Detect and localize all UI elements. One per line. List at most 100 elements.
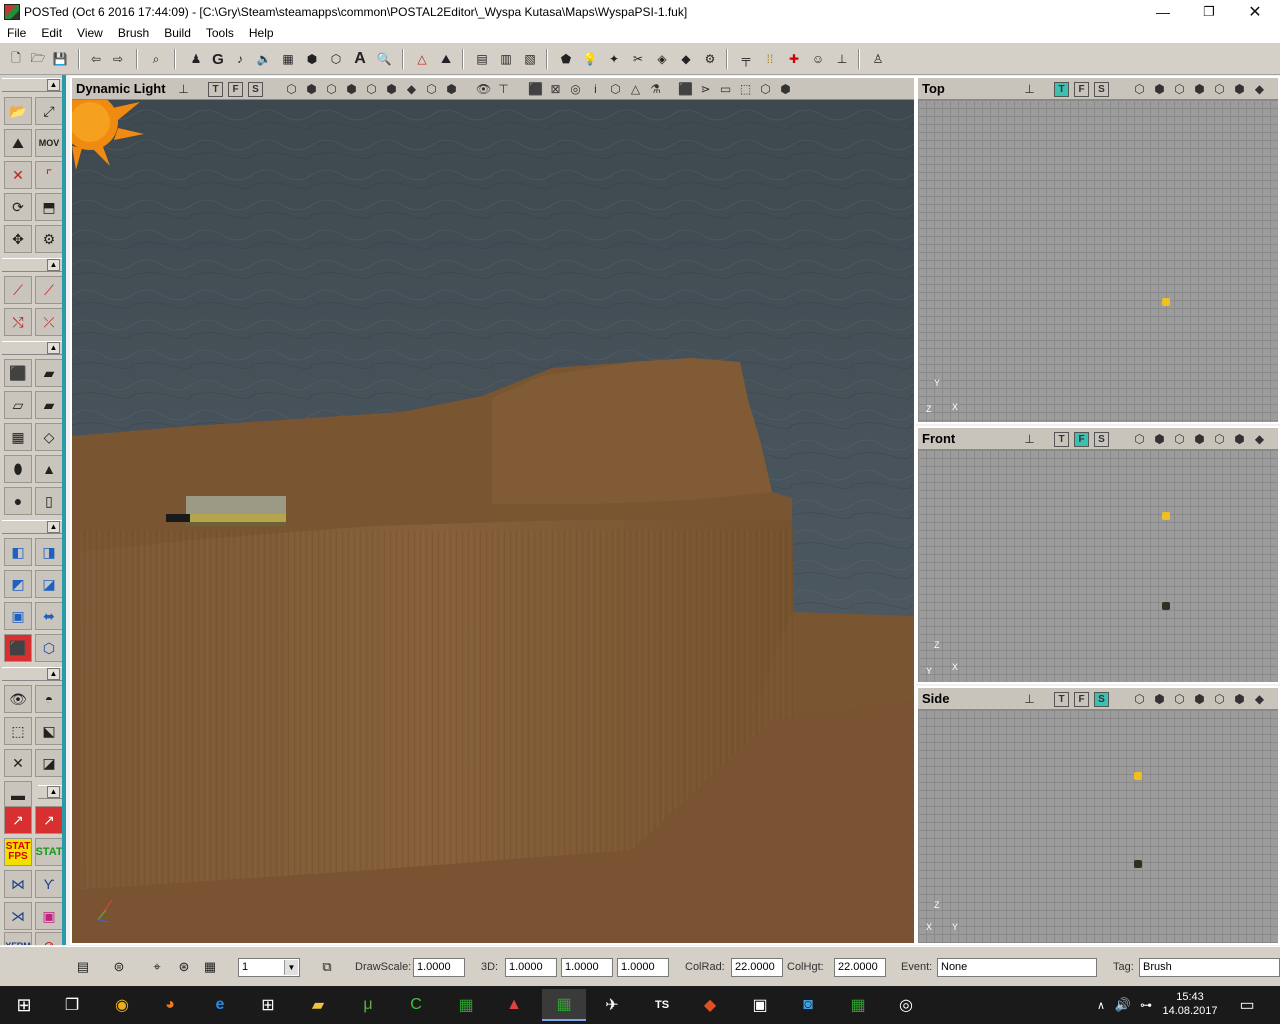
postal2-editor-icon[interactable]: ▦ bbox=[836, 989, 880, 1021]
app-icon[interactable]: ◆ bbox=[688, 989, 732, 1021]
zones-icon[interactable]: ⬢ bbox=[304, 82, 319, 97]
brush-clip-icon[interactable]: ⌜ bbox=[35, 161, 62, 189]
view-top-button[interactable]: T bbox=[1054, 432, 1069, 447]
wireframe-icon[interactable]: ⬡ bbox=[1132, 432, 1147, 447]
properties-icon[interactable]: ▧ bbox=[520, 48, 540, 70]
uplay-icon[interactable]: ◙ bbox=[786, 989, 830, 1021]
menu-build[interactable]: Build bbox=[157, 26, 199, 40]
spiral-stairs-icon[interactable]: ▰ bbox=[35, 391, 62, 419]
add-static-mesh-icon[interactable]: ⬛ bbox=[4, 634, 32, 662]
menu-file[interactable]: File bbox=[0, 26, 34, 40]
volume-icon[interactable]: 🔊 bbox=[1110, 989, 1136, 1021]
snap-icon[interactable]: ⊛ bbox=[175, 958, 193, 976]
utorrent-icon[interactable]: μ bbox=[346, 989, 390, 1021]
textured-icon[interactable]: ⬡ bbox=[1172, 692, 1187, 707]
menu-edit[interactable]: Edit bbox=[34, 26, 70, 40]
group-browser-icon[interactable]: G bbox=[208, 48, 228, 70]
no-entry-icon[interactable]: ⊘ bbox=[35, 932, 62, 945]
bsp-cuts-icon[interactable]: ⬢ bbox=[1192, 692, 1207, 707]
explorer-icon[interactable]: ▰ bbox=[296, 989, 340, 1021]
zones-icon[interactable]: ⬢ bbox=[1152, 82, 1167, 97]
clock[interactable]: 15:43 14.08.2017 bbox=[1155, 990, 1225, 1018]
cone-builder-icon[interactable]: ▲ bbox=[35, 455, 62, 483]
collapse-arrow-icon[interactable]: ▲ bbox=[47, 668, 60, 680]
dynamic-light-icon[interactable]: ⬢ bbox=[1232, 82, 1247, 97]
clip-flip-icon[interactable]: ⤭ bbox=[4, 308, 32, 336]
sphere-builder-icon[interactable]: ● bbox=[4, 487, 32, 515]
task-view-icon[interactable]: ❐ bbox=[50, 989, 94, 1021]
view-side-button[interactable]: S bbox=[1094, 82, 1109, 97]
show-volumes-icon[interactable]: ⬢ bbox=[778, 82, 793, 97]
collapse-arrow-icon[interactable]: ▲ bbox=[47, 786, 60, 798]
camtasia-icon[interactable]: C bbox=[394, 989, 438, 1021]
crosshair-icon[interactable]: ⌖ bbox=[148, 958, 166, 976]
top-viewport[interactable]: Top ⊥ T F S ⬡ ⬢ ⬡ ⬢ ⬡ ⬢ ◆ Y Z X bbox=[916, 76, 1280, 424]
view-side-button[interactable]: S bbox=[1094, 692, 1109, 707]
side-viewport-grid[interactable]: Z X Y bbox=[918, 710, 1278, 943]
rotate-mode-icon[interactable]: ⟳ bbox=[4, 193, 32, 221]
sheet-builder-icon[interactable]: ◇ bbox=[35, 423, 62, 451]
bulb-icon[interactable]: 💡 bbox=[580, 48, 600, 70]
notifications-icon[interactable]: ▭ bbox=[1230, 989, 1264, 1021]
bsp-cuts-icon[interactable]: ⬢ bbox=[1192, 82, 1207, 97]
script-icon[interactable]: ▤ bbox=[472, 48, 492, 70]
sound-icon[interactable]: 🔉 bbox=[254, 48, 274, 70]
collapse-arrow-icon[interactable]: ▲ bbox=[47, 259, 60, 271]
perspective-viewport[interactable]: Dynamic Light ⊥ T F S ⬡ ⬢ ⬡ ⬢ ⬡ ⬢ ◆ ⬡ ⬢ … bbox=[70, 76, 916, 945]
matinee-mode-icon[interactable]: MOV bbox=[35, 129, 62, 157]
light-icon[interactable]: ✦ bbox=[604, 48, 624, 70]
cube-icon[interactable]: ◈ bbox=[652, 48, 672, 70]
grid-snap-icon[interactable]: ◪ bbox=[35, 749, 62, 777]
colhgt-field[interactable]: 22.0000 bbox=[834, 958, 886, 977]
split-icon[interactable]: Ƴ bbox=[35, 870, 62, 898]
vertex-edit-icon[interactable]: ✕ bbox=[4, 161, 32, 189]
front-viewport[interactable]: Front ⊥ T F S ⬡ ⬢ ⬡ ⬢ ⬡ ⬢ ◆ Z Y X bbox=[916, 426, 1280, 684]
maximize-button[interactable]: ❐ bbox=[1186, 0, 1232, 23]
chrome-icon[interactable]: ◉ bbox=[100, 989, 144, 1021]
add-mover-icon[interactable]: ⬌ bbox=[35, 602, 62, 630]
light-actor-icon[interactable] bbox=[1162, 512, 1170, 520]
menu-brush[interactable]: Brush bbox=[111, 26, 157, 40]
lighting-only-icon[interactable]: ⬡ bbox=[1212, 82, 1227, 97]
view-front-button[interactable]: F bbox=[1074, 432, 1089, 447]
pawn-icon[interactable]: ♙ bbox=[868, 48, 888, 70]
add-special-icon[interactable]: ▣ bbox=[4, 602, 32, 630]
player-start-icon[interactable] bbox=[1162, 602, 1170, 610]
path-icon[interactable]: ✂ bbox=[628, 48, 648, 70]
drawscale3d-x-field[interactable]: 1.0000 bbox=[505, 958, 557, 977]
merge-icon[interactable]: ⋈ bbox=[4, 870, 32, 898]
realtime-toggle-icon[interactable]: ↗ bbox=[35, 806, 62, 834]
minimize-button[interactable]: — bbox=[1140, 0, 1186, 23]
select-inside-icon[interactable]: ⬚ bbox=[4, 717, 32, 745]
curved-stairs-icon[interactable]: ▱ bbox=[4, 391, 32, 419]
stairs-builder-icon[interactable]: ▰ bbox=[35, 359, 62, 387]
texture-rotate-icon[interactable]: ⚙ bbox=[35, 225, 62, 253]
drawscale-field[interactable]: 1.0000 bbox=[413, 958, 465, 977]
teamspeak-icon[interactable]: TS bbox=[640, 989, 684, 1021]
show-flags-icon[interactable]: ⊤ bbox=[496, 82, 511, 97]
lighting-only-icon[interactable]: ⬡ bbox=[1212, 432, 1227, 447]
firefox-icon[interactable]: ◕ bbox=[148, 989, 192, 1021]
gun-icon[interactable]: ╤ bbox=[736, 48, 756, 70]
menu-view[interactable]: View bbox=[70, 26, 111, 40]
front-viewport-grid[interactable]: Z Y X bbox=[918, 450, 1278, 682]
brush-icon[interactable]: ⬟ bbox=[556, 48, 576, 70]
eye-icon[interactable]: 👁 bbox=[476, 82, 491, 97]
font-icon[interactable]: A bbox=[350, 48, 370, 70]
unlit-icon[interactable]: ⬡ bbox=[424, 82, 439, 97]
light-actor-icon[interactable] bbox=[1162, 298, 1170, 306]
clip-line-icon[interactable]: ⟋ bbox=[4, 276, 32, 304]
drawscale3d-y-field[interactable]: 1.0000 bbox=[561, 958, 613, 977]
close-button[interactable]: ✕ bbox=[1232, 0, 1278, 23]
wireframe-icon[interactable]: ⬡ bbox=[284, 82, 299, 97]
dynamic-light-icon[interactable]: ⬢ bbox=[1232, 692, 1247, 707]
csg-add-icon[interactable]: ◧ bbox=[4, 538, 32, 566]
show-movers-icon[interactable]: ⬡ bbox=[758, 82, 773, 97]
csg-intersect-icon[interactable]: ◩ bbox=[4, 570, 32, 598]
depth-icon[interactable]: ◆ bbox=[404, 82, 419, 97]
wireframe-icon[interactable]: ⬡ bbox=[1132, 692, 1147, 707]
maximize-viewport-icon[interactable]: ⧉ bbox=[318, 958, 336, 976]
show-sprites-icon[interactable]: ▭ bbox=[718, 82, 733, 97]
colrad-field[interactable]: 22.0000 bbox=[731, 958, 783, 977]
view-top-button[interactable]: T bbox=[1054, 692, 1069, 707]
